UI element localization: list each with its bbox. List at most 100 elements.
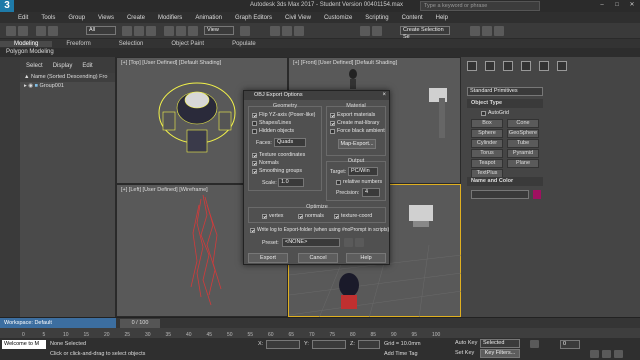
menu-item-scripting[interactable]: Scripting (365, 15, 388, 21)
angle-snap-icon[interactable] (282, 26, 292, 36)
x-coord-field[interactable] (266, 340, 300, 349)
play-icon[interactable] (530, 340, 539, 348)
optimize-texcoord-checkbox[interactable]: texture-coord (334, 213, 372, 219)
select-by-name-icon[interactable] (134, 26, 144, 36)
primitive-category-dropdown[interactable]: Standard Primitives (467, 87, 543, 96)
create-pyramid-button[interactable]: Pyramid (507, 149, 539, 158)
close-icon[interactable]: × (382, 91, 386, 100)
select-object-icon[interactable] (122, 26, 132, 36)
texture-coords-checkbox[interactable]: Texture coordinates (252, 152, 305, 158)
render-setup-icon[interactable] (482, 26, 492, 36)
orbit-icon[interactable] (614, 350, 623, 358)
key-mode-dropdown[interactable]: Selected (480, 339, 520, 348)
create-tab-icon[interactable] (467, 61, 477, 71)
tab-edit[interactable]: Edit (82, 63, 92, 69)
material-editor-icon[interactable] (470, 26, 480, 36)
modify-tab-icon[interactable] (485, 61, 495, 71)
scene-header[interactable]: ▲ Name (Sorted Descending) Fro (20, 73, 115, 82)
hierarchy-tab-icon[interactable] (503, 61, 513, 71)
create-torus-button[interactable]: Torus (471, 149, 503, 158)
key-filters-button[interactable]: Key Filters... (480, 349, 520, 358)
export-materials-checkbox[interactable]: Export materials (330, 112, 375, 118)
menu-item-content[interactable]: Content (402, 15, 423, 21)
create-geosphere-button[interactable]: GeoSphere (507, 129, 539, 138)
ribbon-subpanel[interactable]: Polygon Modeling (0, 48, 640, 57)
export-button[interactable]: Export (248, 253, 288, 263)
utilities-tab-icon[interactable] (557, 61, 567, 71)
pivot-icon[interactable] (240, 26, 250, 36)
rotate-icon[interactable] (176, 26, 186, 36)
menu-item-views[interactable]: Views (98, 15, 114, 21)
rect-select-icon[interactable] (146, 26, 156, 36)
ribbon-tab-populate[interactable]: Populate (218, 41, 270, 47)
create-sphere-button[interactable]: Sphere (471, 129, 503, 138)
selection-filter-dropdown[interactable]: All (86, 26, 116, 35)
menu-item-animation[interactable]: Animation (195, 15, 222, 21)
ribbon-tab-freeform[interactable]: Freeform (52, 41, 104, 47)
scale-icon[interactable] (188, 26, 198, 36)
relative-numbers-checkbox[interactable]: relative numbers (336, 179, 382, 185)
minimize-icon[interactable]: – (596, 1, 608, 10)
menu-item-modifiers[interactable]: Modifiers (158, 15, 182, 21)
menu-item-group[interactable]: Group (68, 15, 85, 21)
create-cone-button[interactable]: Cone (507, 119, 539, 128)
optimize-normals-checkbox[interactable]: normals (298, 213, 324, 219)
create-plane-button[interactable]: Plane (507, 159, 539, 168)
menu-item-edit[interactable]: Edit (18, 15, 28, 21)
ribbon-tab-selection[interactable]: Selection (105, 41, 158, 47)
ribbon-tab-object-paint[interactable]: Object Paint (157, 41, 218, 47)
create-box-button[interactable]: Box (471, 119, 503, 128)
align-icon[interactable] (372, 26, 382, 36)
dialog-title-bar[interactable]: OBJ Export Options × (244, 91, 389, 100)
display-tab-icon[interactable] (539, 61, 549, 71)
object-name-field[interactable] (471, 190, 529, 199)
optimize-vertex-checkbox[interactable]: vertex (262, 213, 283, 219)
object-type-rollout[interactable]: Object Type (467, 99, 543, 108)
maxscript-listener[interactable]: Welcome to M (2, 340, 46, 349)
create-teapot-button[interactable]: Teapot (471, 159, 503, 168)
flip-yz-checkbox[interactable]: Flip YZ-axis (Poser-like) (252, 112, 315, 118)
menu-item-customize[interactable]: Customize (324, 15, 352, 21)
delete-preset-icon[interactable] (355, 238, 364, 247)
menu-item-tools[interactable]: Tools (41, 15, 55, 21)
smoothing-groups-checkbox[interactable]: Smoothing groups (252, 168, 302, 174)
mirror-icon[interactable] (360, 26, 370, 36)
zoom-icon[interactable] (590, 350, 599, 358)
motion-tab-icon[interactable] (521, 61, 531, 71)
faces-dropdown[interactable]: Quads (274, 138, 306, 147)
y-coord-field[interactable] (312, 340, 346, 349)
menu-item-graph-editors[interactable]: Graph Editors (235, 15, 272, 21)
create-cylinder-button[interactable]: Cylinder (471, 139, 503, 148)
time-slider[interactable]: Workspace: Default 0 / 100 (0, 317, 640, 329)
close-icon[interactable]: ✕ (626, 1, 638, 10)
menu-item-help[interactable]: Help (436, 15, 448, 21)
add-time-tag[interactable]: Add Time Tag (384, 351, 418, 357)
create-mat-library-checkbox[interactable]: Create mat-library (330, 120, 379, 126)
tab-select[interactable]: Select (26, 63, 43, 69)
object-color-swatch[interactable] (533, 190, 541, 199)
z-coord-field[interactable] (358, 340, 380, 349)
help-button[interactable]: Help (346, 253, 386, 263)
force-black-ambient-checkbox[interactable]: Force black ambient (330, 128, 385, 134)
hidden-objects-checkbox[interactable]: Hidden objects (252, 128, 294, 134)
preset-dropdown[interactable]: <NONE> (282, 238, 340, 247)
cancel-button[interactable]: Cancel (298, 253, 338, 263)
precision-spinner[interactable]: 4 (362, 188, 380, 197)
track-bar[interactable]: 0 5 10 15 20 25 30 35 40 45 50 55 60 65 70 75 80 85 90 95 10… (0, 328, 640, 338)
normals-checkbox[interactable]: Normals (252, 160, 279, 166)
undo-icon[interactable] (6, 26, 16, 36)
add-preset-icon[interactable] (344, 238, 353, 247)
map-export-button[interactable]: Map-Export... (338, 139, 376, 149)
shapes-lines-checkbox[interactable]: Shapes/Lines (252, 120, 291, 126)
link-icon[interactable] (36, 26, 46, 36)
auto-key-button[interactable]: Auto Key (455, 340, 477, 346)
snap-icon[interactable] (270, 26, 280, 36)
maximize-icon[interactable]: □ (611, 1, 623, 10)
render-icon[interactable] (494, 26, 504, 36)
menu-item-create[interactable]: Create (127, 15, 145, 21)
percent-snap-icon[interactable] (294, 26, 304, 36)
current-frame-field[interactable]: 0 (560, 340, 580, 349)
target-dropdown[interactable]: PC/Win (348, 167, 378, 176)
pan-icon[interactable] (602, 350, 611, 358)
reference-coord-dropdown[interactable]: View (204, 26, 234, 35)
